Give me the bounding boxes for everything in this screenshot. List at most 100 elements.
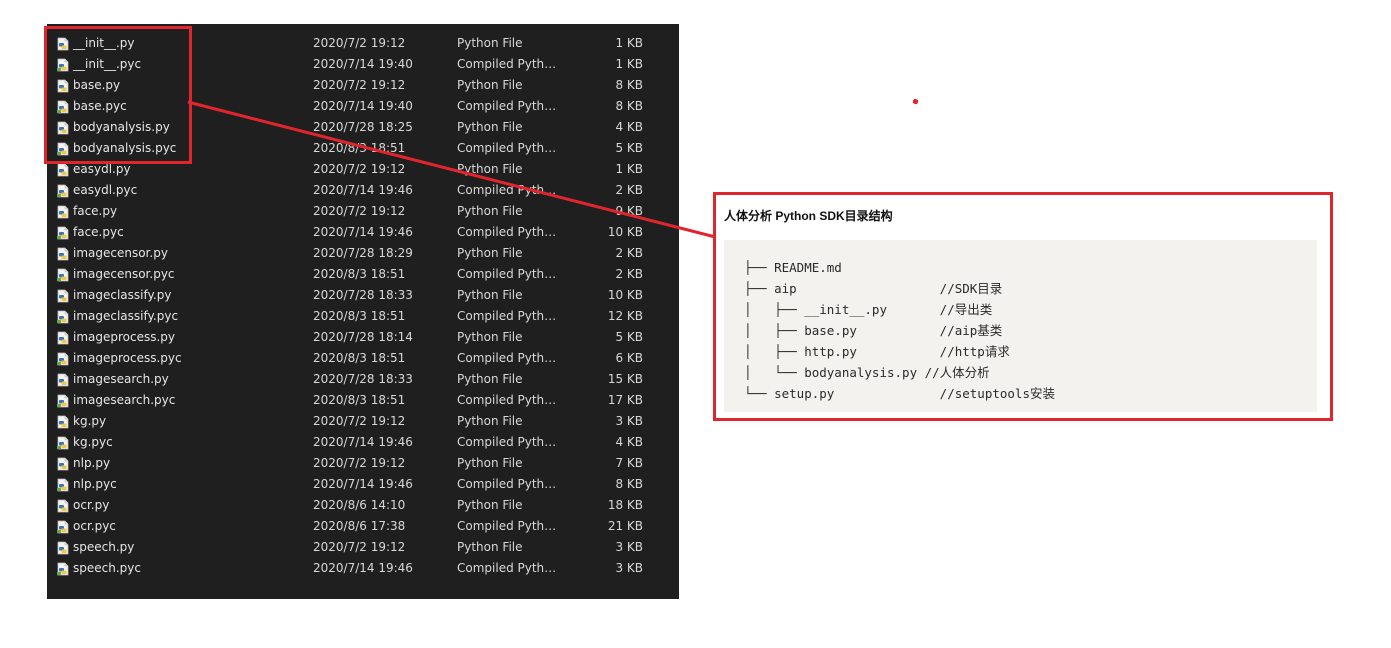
python-file-icon <box>56 499 70 513</box>
file-size: 5 KB <box>615 330 643 344</box>
file-date: 2020/8/6 17:38 <box>313 519 406 533</box>
file-size: 3 KB <box>615 561 643 575</box>
file-row[interactable]: speech.pyc 2020/7/14 19:46 Compiled Pytho.… <box>47 558 679 579</box>
file-size: 12 KB <box>607 309 643 323</box>
file-type: Compiled Pytho... <box>457 309 561 323</box>
file-size: 10 KB <box>607 288 643 302</box>
compiled-python-icon <box>56 520 70 534</box>
file-row[interactable]: nlp.py 2020/7/2 19:12 Python File 7 KB <box>47 453 679 474</box>
file-size: 1 KB <box>615 162 643 176</box>
compiled-python-icon <box>56 310 70 324</box>
code-block: ├── README.md ├── aip //SDK目录 │ ├── __init… <box>724 240 1317 412</box>
file-name: imageprocess.pyc <box>73 351 182 365</box>
file-type: Python File <box>457 288 523 302</box>
file-type: Python File <box>457 372 523 386</box>
file-date: 2020/7/2 19:12 <box>313 78 406 92</box>
file-type: Compiled Pytho... <box>457 519 561 533</box>
file-date: 2020/7/14 19:40 <box>313 57 413 71</box>
file-size: 3 KB <box>615 414 643 428</box>
file-name: ocr.py <box>73 498 110 512</box>
file-size: 4 KB <box>615 435 643 449</box>
file-row[interactable]: imageclassify.py 2020/7/28 18:33 Python Fi… <box>47 285 679 306</box>
file-name: imagesearch.pyc <box>73 393 176 407</box>
compiled-python-icon <box>56 184 70 198</box>
code-line: │ ├── base.py //aip基类 <box>744 323 1003 338</box>
file-date: 2020/7/2 19:12 <box>313 204 406 218</box>
file-size: 2 KB <box>615 267 643 281</box>
compiled-python-icon <box>56 268 70 282</box>
file-row[interactable]: easydl.pyc 2020/7/14 19:46 Compiled Pytho.… <box>47 180 679 201</box>
code-line: │ ├── http.py //http请求 <box>744 344 1010 359</box>
file-name: speech.py <box>73 540 135 554</box>
file-row[interactable]: face.py 2020/7/2 19:12 Python File 9 KB <box>47 201 679 222</box>
file-row[interactable]: imagesearch.py 2020/7/28 18:33 Python File… <box>47 369 679 390</box>
file-row[interactable]: kg.py 2020/7/2 19:12 Python File 3 KB <box>47 411 679 432</box>
code-line: ├── README.md <box>744 260 842 275</box>
file-date: 2020/8/3 18:51 <box>313 393 406 407</box>
file-row[interactable]: imagecensor.py 2020/7/28 18:29 Python File… <box>47 243 679 264</box>
file-name: imagesearch.py <box>73 372 169 386</box>
code-line: └── setup.py //setuptools安装 <box>744 386 1055 401</box>
file-name: face.pyc <box>73 225 124 239</box>
file-row[interactable]: imageprocess.pyc 2020/8/3 18:51 Compiled P… <box>47 348 679 369</box>
compiled-python-icon <box>56 478 70 492</box>
file-name: face.py <box>73 204 118 218</box>
file-name: imagecensor.pyc <box>73 267 175 281</box>
file-date: 2020/8/3 18:51 <box>313 351 406 365</box>
file-row[interactable]: imagecensor.pyc 2020/8/3 18:51 Compiled Py… <box>47 264 679 285</box>
file-size: 2 KB <box>615 183 643 197</box>
file-size: 8 KB <box>615 99 643 113</box>
file-row[interactable]: face.pyc 2020/7/14 19:46 Compiled Pytho...… <box>47 222 679 243</box>
file-date: 2020/7/2 19:12 <box>313 540 406 554</box>
file-date: 2020/8/3 18:51 <box>313 141 406 155</box>
file-type: Compiled Pytho... <box>457 225 561 239</box>
python-file-icon <box>56 373 70 387</box>
annotation-dot <box>912 98 919 105</box>
file-date: 2020/7/14 19:46 <box>313 435 413 449</box>
file-date: 2020/8/3 18:51 <box>313 267 406 281</box>
file-date: 2020/7/14 19:40 <box>313 99 413 113</box>
file-size: 18 KB <box>607 498 643 512</box>
file-row[interactable]: imagesearch.pyc 2020/8/3 18:51 Compiled Py… <box>47 390 679 411</box>
file-date: 2020/7/28 18:29 <box>313 246 413 260</box>
file-row[interactable]: nlp.pyc 2020/7/14 19:46 Compiled Pytho... 8… <box>47 474 679 495</box>
file-type: Compiled Pytho... <box>457 435 561 449</box>
file-size: 6 KB <box>615 351 643 365</box>
file-date: 2020/7/14 19:46 <box>313 477 413 491</box>
file-row[interactable]: ocr.py 2020/8/6 14:10 Python File 18 KB <box>47 495 679 516</box>
doc-panel: 人体分析 Python SDK目录结构 ├── README.md ├── aip… <box>713 192 1333 421</box>
file-row[interactable]: imageprocess.py 2020/7/28 18:14 Python Fil… <box>47 327 679 348</box>
file-date: 2020/7/2 19:12 <box>313 36 406 50</box>
file-type: Compiled Pytho... <box>457 561 561 575</box>
file-type: Compiled Pytho... <box>457 57 561 71</box>
code-line: │ └── bodyanalysis.py //人体分析 <box>744 365 990 380</box>
code-line: │ ├── __init__.py //导出类 <box>744 302 993 317</box>
file-row[interactable]: kg.pyc 2020/7/14 19:46 Compiled Pytho... 4 … <box>47 432 679 453</box>
file-name: ocr.pyc <box>73 519 116 533</box>
file-size: 1 KB <box>615 57 643 71</box>
file-date: 2020/8/6 14:10 <box>313 498 406 512</box>
compiled-python-icon <box>56 436 70 450</box>
file-size: 8 KB <box>615 78 643 92</box>
file-name: speech.pyc <box>73 561 141 575</box>
file-size: 10 KB <box>607 225 643 239</box>
file-date: 2020/7/14 19:46 <box>313 183 413 197</box>
file-size: 2 KB <box>615 246 643 260</box>
file-size: 21 KB <box>607 519 643 533</box>
python-file-icon <box>56 205 70 219</box>
file-date: 2020/7/2 19:12 <box>313 414 406 428</box>
file-row[interactable]: speech.py 2020/7/2 19:12 Python File 3 KB <box>47 537 679 558</box>
file-name: nlp.pyc <box>73 477 117 491</box>
file-name: kg.pyc <box>73 435 113 449</box>
file-size: 9 KB <box>615 204 643 218</box>
python-file-icon <box>56 289 70 303</box>
file-type: Compiled Pytho... <box>457 477 561 491</box>
code-line: ├── aip //SDK目录 <box>744 281 1003 296</box>
file-type: Python File <box>457 456 523 470</box>
file-row[interactable]: imageclassify.pyc 2020/8/3 18:51 Compiled … <box>47 306 679 327</box>
file-size: 4 KB <box>615 120 643 134</box>
file-name: imageclassify.py <box>73 288 172 302</box>
compiled-python-icon <box>56 226 70 240</box>
file-row[interactable]: ocr.pyc 2020/8/6 17:38 Compiled Pytho... 21… <box>47 516 679 537</box>
highlight-box <box>44 26 192 164</box>
